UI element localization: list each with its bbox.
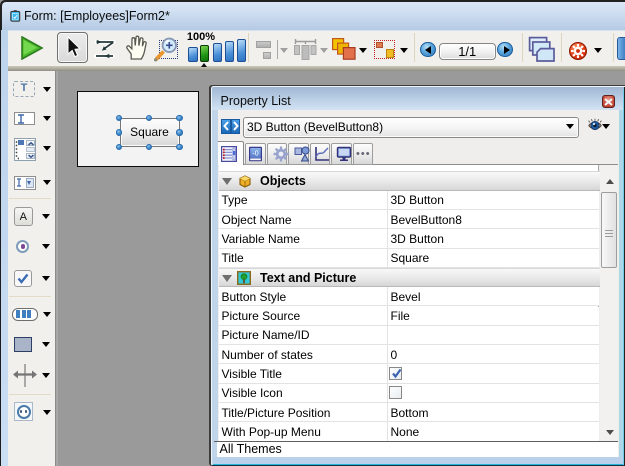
svg-text:-0: -0: [252, 151, 258, 158]
